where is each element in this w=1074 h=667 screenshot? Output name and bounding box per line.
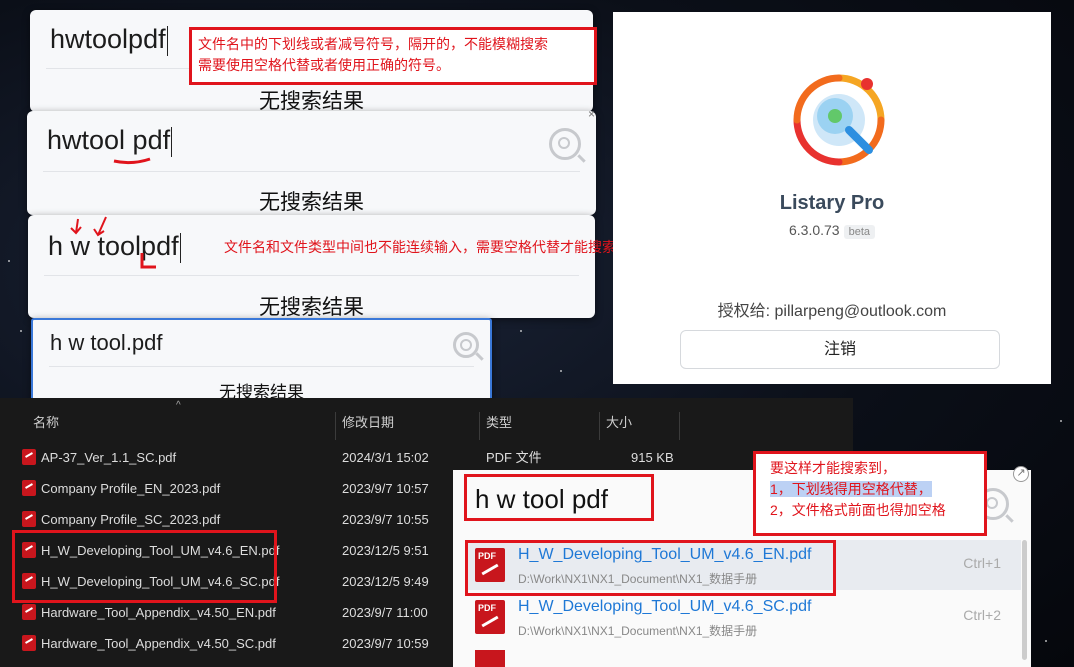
listary-search-icon (549, 128, 581, 160)
no-result-text: 无搜索结果 (259, 296, 364, 319)
no-result-text: 无搜索结果 (259, 191, 364, 214)
result-hotkey: Ctrl+1 (963, 555, 1001, 571)
star (560, 370, 562, 372)
app-name: Listary Pro (779, 192, 885, 214)
pdf-file-icon (22, 480, 36, 496)
column-size[interactable]: 大小 (606, 408, 632, 438)
about-dialog: Listary Pro 6.3.0.73 beta 授权给: pillarpeng… (613, 12, 1051, 384)
column-type[interactable]: 类型 (486, 408, 512, 438)
star (520, 330, 522, 332)
close-icon[interactable]: × (588, 107, 595, 121)
star (1045, 640, 1047, 642)
result-hotkey: Ctrl+2 (963, 607, 1001, 623)
annotation-text: 2，文件格式前面也得加空格 (770, 502, 946, 518)
app-version: 6.3.0.73 beta (613, 222, 1051, 239)
column-date[interactable]: 修改日期 (342, 408, 394, 438)
beta-badge: beta (843, 225, 876, 239)
file-date: 2023/9/7 10:57 (342, 481, 429, 496)
underline-mark (113, 157, 151, 165)
highlight-box (464, 474, 654, 521)
sort-chevron-icon: ^ (176, 400, 181, 411)
column-divider[interactable] (335, 412, 336, 440)
result-path: D:\Work\NX1\NX1_Document\NX1_数据手册 (518, 624, 758, 638)
file-name: Company Profile_EN_2023.pdf (41, 481, 221, 496)
file-date: 2024/3/1 15:02 (342, 450, 429, 465)
annotation-text: 文件名中的下划线或者减号符号，隔开的，不能模糊搜索 (198, 36, 548, 52)
divider (44, 275, 579, 276)
pdf-file-icon (22, 635, 36, 651)
file-date: 2023/12/5 9:49 (342, 574, 429, 589)
star (1060, 420, 1062, 422)
file-date: 2023/9/7 11:00 (342, 605, 428, 620)
column-divider[interactable] (479, 412, 480, 440)
arrow-marks (70, 216, 156, 269)
pdf-file-icon (475, 650, 505, 667)
file-date: 2023/12/5 9:51 (342, 543, 429, 558)
file-name: AP-37_Ver_1.1_SC.pdf (41, 450, 177, 465)
search-panel-2: hwtool pdf × 无搜索结果 (27, 107, 596, 215)
star (20, 330, 22, 332)
logout-button[interactable]: 注销 (680, 330, 1000, 369)
highlight-box (12, 530, 277, 603)
highlight-box (465, 540, 836, 596)
search-panel-3: h w toolpdf 无搜索结果 文件名和文件类型中间也不能连续输入，需要空格… (28, 215, 644, 319)
listary-search-icon (453, 332, 479, 358)
pdf-file-icon: PDF (475, 600, 505, 634)
file-type: PDF 文件 (486, 450, 542, 465)
search-input[interactable]: hwtoolpdf (50, 24, 168, 56)
annotation-text: 1，下划线得用空格代替， (770, 481, 932, 497)
file-date: 2023/9/7 10:55 (342, 512, 429, 527)
pdf-file-icon (22, 449, 36, 465)
pdf-file-icon (22, 604, 36, 620)
divider (43, 171, 580, 172)
result-item[interactable]: PDF H_W_Developing_Tool_UM_v4.6_SC.pdf D… (467, 592, 1021, 642)
result-filename: H_W_Developing_Tool_UM_v4.6_SC.pdf (518, 598, 812, 615)
annotation-text: 需要使用空格代替或者使用正确的符号。 (198, 57, 450, 73)
file-date: 2023/9/7 10:59 (342, 636, 429, 651)
file-size: 915 KB (631, 450, 674, 465)
close-icon[interactable]: ↗ (1013, 466, 1029, 482)
column-divider[interactable] (679, 412, 680, 440)
scrollbar[interactable] (1022, 540, 1027, 660)
column-divider[interactable] (599, 412, 600, 440)
listary-logo-icon (793, 74, 885, 166)
pdf-file-icon (22, 511, 36, 527)
search-panel-4: h w tool.pdf 无搜索结果 (31, 318, 492, 406)
column-name[interactable]: 名称 (33, 408, 59, 438)
file-name: Hardware_Tool_Appendix_v4.50_SC.pdf (41, 636, 276, 651)
search-input[interactable]: hwtool pdf (47, 125, 173, 157)
divider (49, 366, 474, 367)
annotation-text: 要这样才能搜索到， (770, 460, 896, 476)
annotation-box-3: 要这样才能搜索到， 1，下划线得用空格代替， 2，文件格式前面也得加空格 (753, 451, 987, 536)
annotation-text: 文件名和文件类型中间也不能连续输入，需要空格代替才能搜索到。 (224, 239, 644, 255)
search-input[interactable]: h w tool.pdf (50, 330, 163, 356)
license-text: 授权给: pillarpeng@outlook.com (717, 303, 947, 320)
file-row[interactable]: AP-37_Ver_1.1_SC.pdf 2024/3/1 15:02 PDF … (0, 442, 853, 473)
column-header: 名称 修改日期 类型 大小 ^ (0, 400, 853, 438)
star (8, 260, 10, 262)
annotation-box-1: 文件名中的下划线或者减号符号，隔开的，不能模糊搜索 需要使用空格代替或者使用正确… (189, 27, 597, 85)
